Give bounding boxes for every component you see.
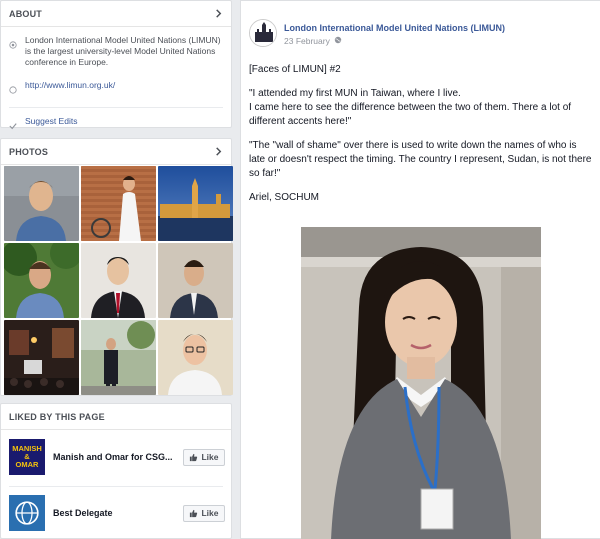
photos-title: PHOTOS xyxy=(9,146,49,157)
about-title: ABOUT xyxy=(9,8,42,19)
post-body: [Faces of LIMUN] #2 "I attended my first… xyxy=(249,63,593,215)
post-date[interactable]: 23 February xyxy=(284,36,330,46)
photo-thumbnail[interactable] xyxy=(4,320,79,395)
post-paragraph: Ariel, SOCHUM xyxy=(249,192,320,203)
globe-icon xyxy=(15,501,39,525)
chevron-right-icon[interactable] xyxy=(213,147,223,157)
liked-page-item[interactable]: Best Delegate Like xyxy=(1,488,233,538)
photo-thumbnail[interactable] xyxy=(158,320,233,395)
like-button-label: Like xyxy=(201,508,219,518)
post-header: London International Model United Nation… xyxy=(249,19,505,47)
thumbs-up-icon xyxy=(190,509,198,517)
like-button[interactable]: Like xyxy=(183,448,225,466)
about-header[interactable]: ABOUT xyxy=(1,1,231,27)
post-photo[interactable] xyxy=(301,227,541,539)
manish-omar-logo[interactable]: MANISH & OMAR xyxy=(9,439,45,475)
like-button[interactable]: Like xyxy=(183,504,225,522)
photo-grid xyxy=(4,166,233,395)
check-icon xyxy=(9,117,21,135)
chevron-right-icon[interactable] xyxy=(213,9,223,19)
about-description: London International Model United Nation… xyxy=(25,35,221,67)
website-link[interactable]: http://www.limun.org.uk/ xyxy=(21,80,115,99)
post-date-row: 23 February xyxy=(284,36,505,46)
liked-page-name[interactable]: Manish and Omar for CSG... xyxy=(53,452,183,462)
photo-thumbnail[interactable] xyxy=(4,243,79,318)
liked-header: LIKED BY THIS PAGE xyxy=(1,404,231,430)
timeline-post: London International Model United Nation… xyxy=(240,0,600,539)
about-description-row: London International Model United Nation… xyxy=(1,35,231,68)
photo-thumbnail[interactable] xyxy=(4,166,79,241)
liked-by-page-card: LIKED BY THIS PAGE MANISH & OMAR Manish … xyxy=(0,403,232,539)
thumbs-up-icon xyxy=(190,453,198,461)
divider xyxy=(9,486,223,487)
photo-thumbnail[interactable] xyxy=(158,243,233,318)
photo-thumbnail[interactable] xyxy=(81,166,156,241)
best-delegate-logo[interactable] xyxy=(9,495,45,531)
suggest-edits-row[interactable]: Suggest Edits xyxy=(1,116,231,135)
suggest-edits-link[interactable]: Suggest Edits xyxy=(21,116,77,135)
photo-thumbnail[interactable] xyxy=(81,243,156,318)
post-author-link[interactable]: London International Model United Nation… xyxy=(284,23,505,33)
about-website-row: http://www.limun.org.uk/ xyxy=(1,80,231,99)
post-paragraph: "The "wall of shame" over there is used … xyxy=(249,140,592,179)
liked-page-item[interactable]: MANISH & OMAR Manish and Omar for CSG...… xyxy=(1,432,233,482)
page-avatar[interactable] xyxy=(249,19,277,47)
post-paragraph: [Faces of LIMUN] #2 xyxy=(249,64,341,75)
photos-card: PHOTOS xyxy=(0,138,233,396)
globe-icon xyxy=(334,36,342,46)
post-meta: London International Model United Nation… xyxy=(284,23,505,47)
divider xyxy=(9,107,223,108)
globe-icon xyxy=(9,81,21,99)
liked-title: LIKED BY THIS PAGE xyxy=(9,411,105,422)
liked-page-name[interactable]: Best Delegate xyxy=(53,508,183,518)
photos-header[interactable]: PHOTOS xyxy=(1,139,231,165)
info-icon xyxy=(9,36,21,68)
photo-thumbnail[interactable] xyxy=(158,166,233,241)
post-paragraph: "I attended my first MUN in Taiwan, wher… xyxy=(249,88,572,127)
like-button-label: Like xyxy=(201,452,219,462)
logo-text-line: OMAR xyxy=(15,460,39,469)
about-card: ABOUT London International Model United … xyxy=(0,0,232,130)
left-column: ABOUT London International Model United … xyxy=(0,0,233,539)
photo-thumbnail[interactable] xyxy=(81,320,156,395)
